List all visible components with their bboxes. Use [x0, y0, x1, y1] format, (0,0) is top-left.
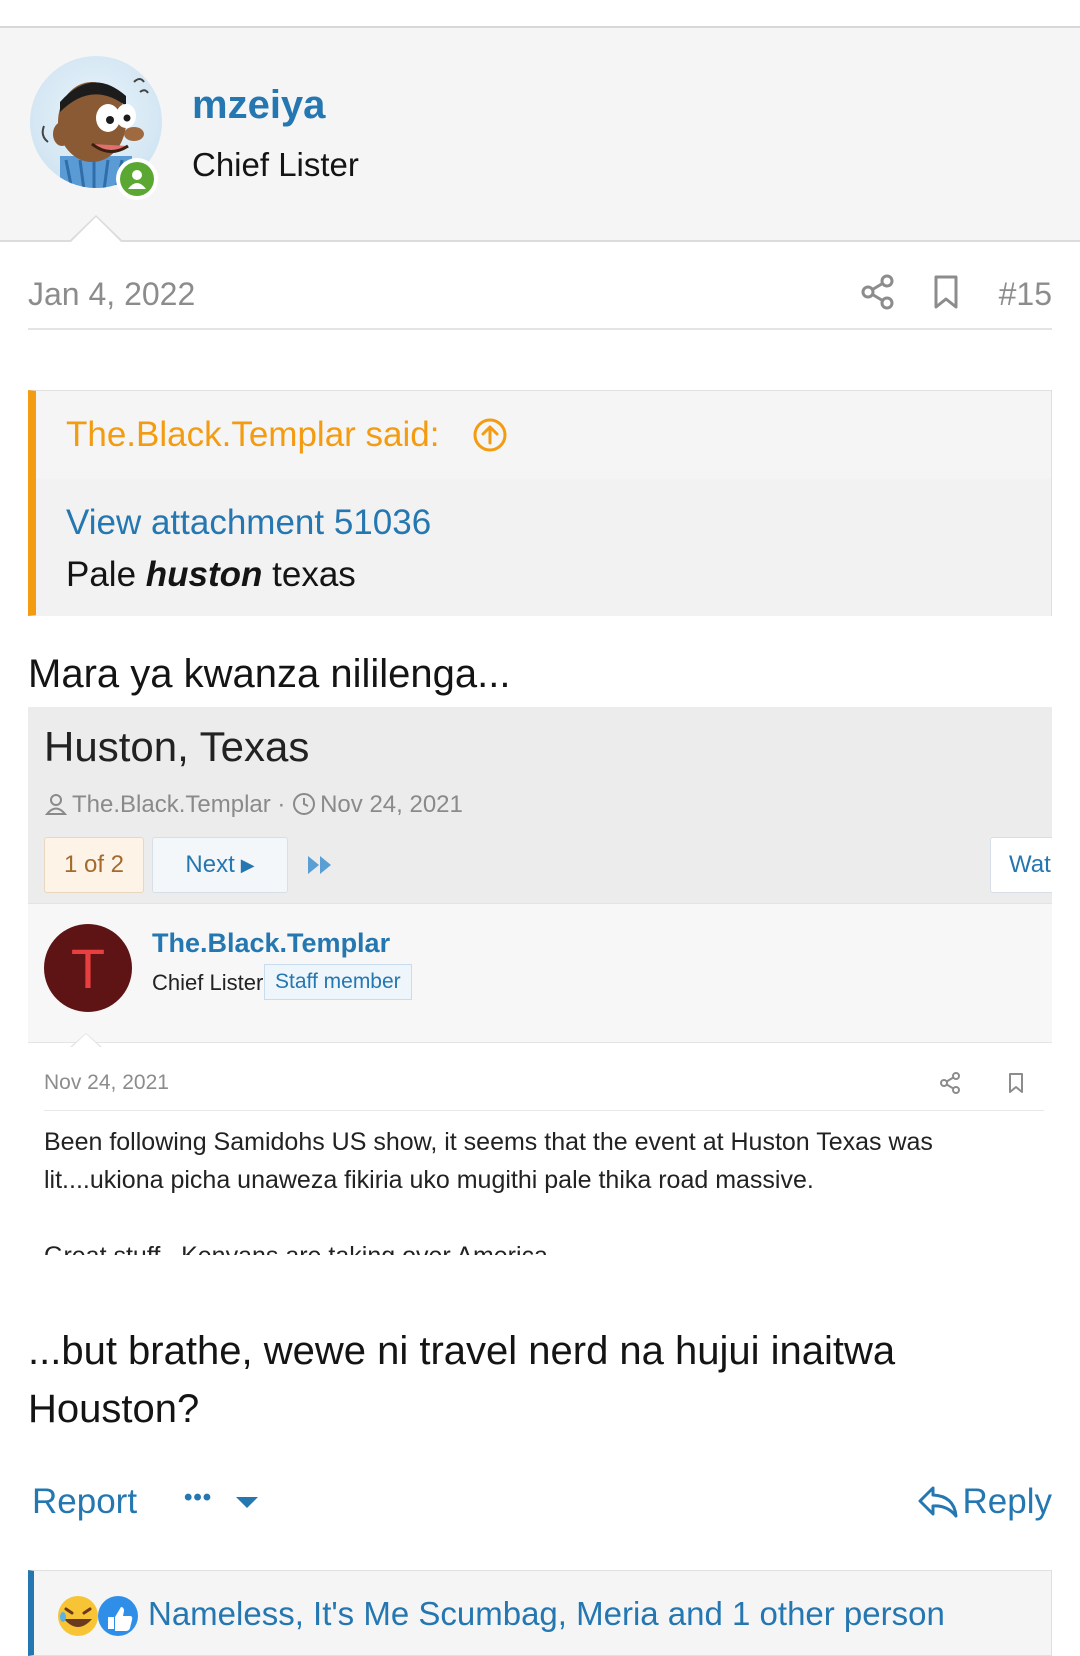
quote-block: The.Black.Templar said: View attachment … [28, 390, 1052, 616]
quote-text-emphasis: huston [145, 555, 263, 594]
user-title: Chief Lister [192, 146, 359, 183]
embedded-user-pointer [70, 1033, 102, 1048]
bookmark-icon[interactable] [926, 272, 966, 312]
attachment-link[interactable]: View attachment 51036 [66, 503, 431, 543]
embedded-screenshot[interactable]: Huston, Texas The.Black.Templar · Nov 24… [28, 707, 1052, 1255]
embedded-thread-header: Huston, Texas The.Black.Templar · Nov 24… [28, 707, 1052, 903]
quote-attribution[interactable]: The.Black.Templar said: [66, 415, 439, 455]
user-icon [44, 794, 68, 815]
embedded-user-block: T The.Black.Templar Chief Lister Staff m… [28, 903, 1052, 1043]
embedded-post-meta: Nov 24, 2021 [44, 1067, 1044, 1111]
post-intro-text: Mara ya kwanza nililenga... [28, 652, 511, 696]
embedded-user-title: Chief Lister [152, 970, 264, 995]
embedded-username: The.Black.Templar [152, 928, 391, 958]
reaction-icons [58, 1596, 138, 1636]
page-next-label: Next [185, 851, 235, 878]
meta-separator: · [277, 791, 286, 818]
top-bar [0, 0, 1080, 28]
reply-icon [918, 1486, 958, 1518]
staff-badge: Staff member [264, 964, 412, 1000]
quote-text-before: Pale [66, 555, 146, 594]
more-options-label: ••• [184, 1484, 213, 1511]
online-status-icon [116, 158, 158, 200]
watch-button: Wat [990, 837, 1052, 893]
post-meta-row: Jan 4, 2022 #15 [28, 262, 1052, 330]
caret-right-icon: ▶ [240, 854, 255, 875]
post-date-link[interactable]: Jan 4, 2022 [28, 276, 195, 313]
share-icon [940, 1072, 960, 1094]
quote-text: Pale huston texas [66, 555, 356, 595]
quote-header: The.Black.Templar said: [36, 391, 1051, 479]
bookmark-icon [1009, 1073, 1023, 1093]
fast-forward-icon [308, 856, 331, 874]
reply-button[interactable]: Reply [917, 1482, 1052, 1522]
post-user-block: mzeiya Chief Lister [0, 28, 1080, 243]
embedded-thread-date: Nov 24, 2021 [320, 791, 463, 818]
more-options-menu[interactable]: ••• [184, 1484, 260, 1522]
reply-label: Reply [962, 1482, 1052, 1521]
user-block-pointer [68, 215, 124, 243]
post-reply-text: ...but brathe, wewe ni travel nerd na hu… [28, 1329, 896, 1431]
embedded-thread-meta: The.Black.Templar · Nov 24, 2021 [44, 791, 463, 819]
like-reaction-icon [98, 1596, 138, 1636]
clock-icon [293, 793, 316, 815]
embedded-post-body: Been following Samidohs US show, it seem… [44, 1123, 1034, 1255]
arrow-up-circle-icon[interactable] [472, 417, 508, 453]
embedded-paragraph-2: Great stuff...Kenyans are taking over Am… [44, 1237, 1034, 1255]
embedded-paragraph-1: Been following Samidohs US show, it seem… [44, 1128, 933, 1194]
report-link[interactable]: Report [32, 1482, 137, 1522]
post-actions-bar: Report ••• Reply [28, 1478, 1052, 1530]
reactions-bar[interactable]: Nameless, It's Me Scumbag, Meria and 1 o… [28, 1570, 1052, 1656]
laugh-reaction-icon [58, 1596, 98, 1636]
embedded-post-date: Nov 24, 2021 [44, 1071, 169, 1094]
username-link[interactable]: mzeiya [192, 83, 325, 128]
quote-text-after: texas [262, 555, 356, 594]
quote-body: View attachment 51036 Pale huston texas [36, 479, 1051, 616]
embedded-thread-title: Huston, Texas [44, 723, 310, 770]
page-current: 1 of 2 [44, 837, 144, 893]
embedded-thread-author: The.Black.Templar [72, 791, 271, 818]
page-next-button: Next ▶ [152, 837, 288, 893]
reactions-summary-link[interactable]: Nameless, It's Me Scumbag, Meria and 1 o… [148, 1595, 945, 1633]
embedded-avatar: T [44, 924, 132, 1012]
chevron-down-icon [236, 1497, 258, 1508]
share-icon[interactable] [858, 272, 898, 312]
post-number-link[interactable]: #15 [999, 276, 1052, 313]
